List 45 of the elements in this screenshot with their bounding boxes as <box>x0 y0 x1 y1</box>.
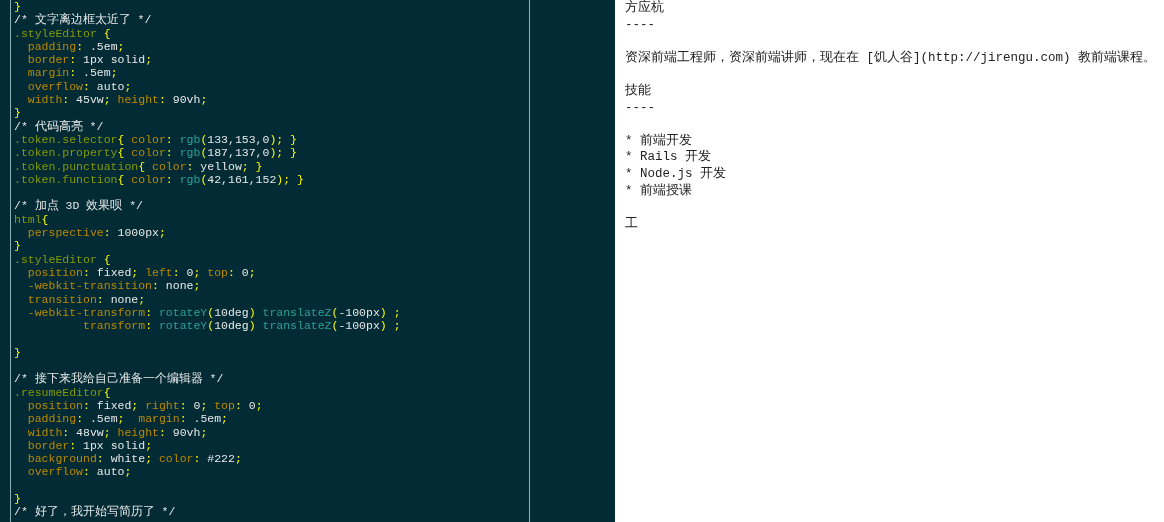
code-line: border: 1px solid; <box>26 53 153 67</box>
resume-line: 方应杭 <box>625 0 664 17</box>
code-line: overflow: auto; <box>26 465 132 479</box>
code-line: /* 接下来我给自己准备一个编辑器 */ <box>14 372 224 386</box>
resume-line: 技能 <box>625 82 651 100</box>
code-line: background: white; color: #222; <box>26 452 242 466</box>
code-line: padding: .5em; <box>26 39 125 54</box>
code-line: .token.function{ color: rgb(42,161,152); } <box>14 172 304 187</box>
code-line: .styleEditor { <box>14 252 111 266</box>
code-line: /* 加点 3D 效果呗 */ <box>14 199 143 213</box>
code-line: border: 1px solid; <box>26 438 153 453</box>
code-line: width: 45vw; height: 90vh; <box>26 93 208 107</box>
code-line: overflow: auto; <box>26 79 132 94</box>
code-line: .styleEditor { <box>14 26 111 40</box>
code-line: perspective: 1000px; <box>26 226 166 240</box>
code-line: } <box>14 239 21 253</box>
code-line: margin: .5em; <box>26 66 118 80</box>
code-line: /* 文字离边框太近了 */ <box>14 13 152 27</box>
code-line: -webkit-transform: rotateY(10deg) translateZ(-100px) ; <box>26 305 401 320</box>
resume-line: * 前端授课 <box>625 182 692 200</box>
resume-line: * Node.js 开发 <box>625 165 726 183</box>
code-line: } <box>14 492 21 506</box>
code-line: width: 48vw; height: 90vh; <box>26 425 208 439</box>
code-line: position: fixed; left: 0; top: 0; <box>26 265 256 280</box>
code-line: html{ <box>14 212 49 227</box>
resume-line: * Rails 开发 <box>625 149 711 166</box>
code-line: } <box>14 345 21 359</box>
code-line: } <box>14 0 21 14</box>
resume-line: ---- <box>625 99 655 117</box>
code-line: .token.selector{ color: rgb(133,153,0); } <box>14 132 297 147</box>
code-line: .token.punctuation{ color: yellow; } <box>14 159 263 173</box>
resume-line: ---- <box>625 16 655 34</box>
code-line: padding: .5em; margin: .5em; <box>26 412 228 426</box>
code-line: .token.property{ color: rgb(187,137,0); } <box>14 146 297 160</box>
resume-line: 工 <box>625 215 638 233</box>
code-line: transform: rotateY(10deg) translateZ(-100px) ; <box>82 319 401 333</box>
code-line: .resumeEditor{ <box>14 385 111 399</box>
code-line: position: fixed; right: 0; top: 0; <box>26 398 263 413</box>
resume-line: * 前端开发 <box>625 132 692 150</box>
code-line: transition: none; <box>26 292 146 306</box>
code-line: -webkit-transition: none; <box>26 279 201 293</box>
code-line: } <box>14 106 21 120</box>
resume-line: 资深前端工程师，资深前端讲师，现在在 [饥人谷](http://jirengu.com) 教前端课程。 <box>625 49 1157 67</box>
code-line: /* 好了，我开始写简历了 */ <box>14 505 176 519</box>
code-line: /* 代码高亮 */ <box>14 119 104 133</box>
